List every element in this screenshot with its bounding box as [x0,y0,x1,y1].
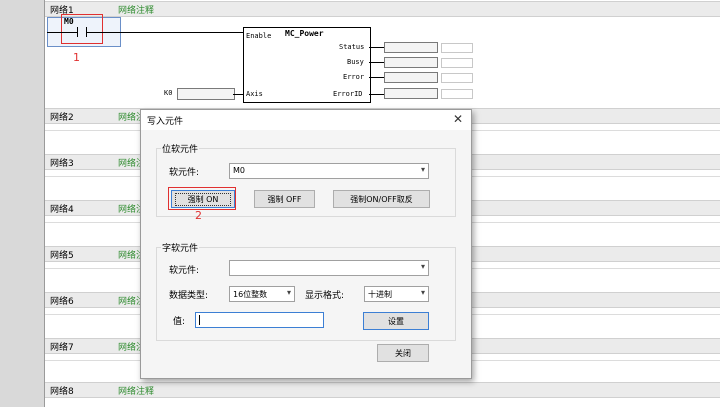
force-toggle-label: 强制ON/OFF取反 [350,194,413,204]
network-name: 网络6 [50,297,74,307]
axis-input-field[interactable] [177,88,235,100]
contact-label: M0 [64,17,74,26]
axis-input-label: K0 [164,89,173,97]
pin-enable: Enable [246,32,272,40]
bit-device-select[interactable]: M0 ▾ [229,163,429,179]
network-header-8[interactable]: 网络8 网络注释 [45,382,720,398]
chevron-down-icon: ▾ [420,262,425,271]
dialog-title: 写入元件 [147,117,184,127]
step-marker-2: 2 [195,209,202,222]
error-monitor-field [441,73,473,83]
wire [87,32,243,33]
data-type-select[interactable]: 16位整数 ▾ [229,286,295,302]
data-type-value: 16位整数 [233,290,268,299]
force-off-button[interactable]: 强制 OFF [254,190,315,208]
wire [369,77,384,78]
close-icon[interactable]: ✕ [453,112,463,126]
wire [47,32,77,33]
network-comment: 网络注释 [118,6,155,16]
pin-busy: Busy [347,58,364,66]
chevron-down-icon: ▾ [420,288,425,297]
error-id-output-field[interactable] [384,88,438,99]
close-button-label: 关闭 [395,348,411,358]
force-toggle-button[interactable]: 强制ON/OFF取反 [333,190,430,208]
wire [369,94,384,95]
function-block-title: MC_Power [285,29,324,38]
contact-symbol-left [77,27,78,37]
data-type-label: 数据类型: [169,291,209,301]
pin-status: Status [339,43,365,51]
step-marker-1: 1 [73,51,80,64]
network-name: 网络5 [50,251,74,261]
busy-output-field[interactable] [384,57,438,68]
text-caret [199,315,200,325]
busy-monitor-field [441,58,473,68]
write-device-dialog: 写入元件 ✕ 位软元件 软元件: M0 ▾ 强制 ON 2 强制 OFF 强制O… [140,109,472,379]
network-name: 网络7 [50,343,74,353]
left-gutter [0,0,44,407]
chevron-down-icon: ▾ [420,165,425,174]
display-format-select[interactable]: 十进制 ▾ [364,286,429,302]
pin-error: Error [343,73,365,81]
network-name: 网络3 [50,159,74,169]
network-name: 网络8 [50,387,74,397]
network-name: 网络4 [50,205,74,215]
status-monitor-field [441,43,473,53]
wire [369,62,384,63]
value-label: 值: [173,317,186,327]
wire [369,47,384,48]
network-name: 网络2 [50,113,74,123]
pin-error-id: ErrorID [333,90,363,98]
wire [233,94,243,95]
network-comment: 网络注释 [118,387,155,397]
close-button[interactable]: 关闭 [377,344,429,362]
status-output-field[interactable] [384,42,438,53]
error-output-field[interactable] [384,72,438,83]
dialog-titlebar[interactable]: 写入元件 ✕ [141,110,471,130]
display-format-label: 显示格式: [305,291,345,301]
word-device-group-title: 字软元件 [161,241,200,254]
force-off-label: 强制 OFF [267,194,302,204]
word-device-label: 软元件: [169,266,200,276]
highlight-box-force-on [168,187,236,210]
word-device-select[interactable]: ▾ [229,260,429,276]
bit-device-value: M0 [233,166,245,175]
bit-device-label: 软元件: [169,168,200,178]
error-id-monitor-field [441,89,473,99]
set-button-label: 设置 [388,316,404,326]
set-button[interactable]: 设置 [363,312,429,330]
pin-axis: Axis [246,90,263,98]
chevron-down-icon: ▾ [286,288,291,297]
network-header-1[interactable]: 网络1 网络注释 [45,1,720,17]
bit-device-group-title: 位软元件 [161,142,200,155]
value-input[interactable] [195,312,324,328]
display-format-value: 十进制 [368,290,392,299]
